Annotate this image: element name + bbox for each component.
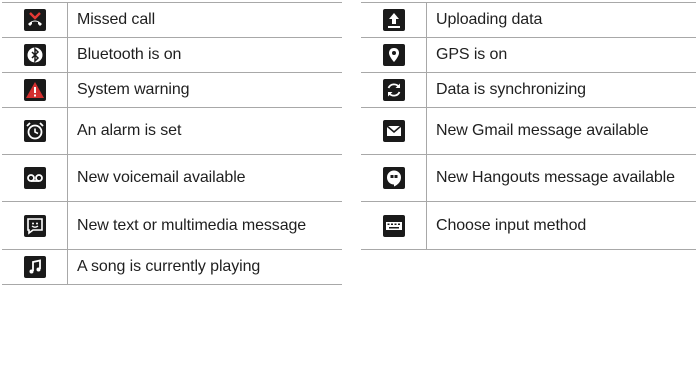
table-row: System warning (2, 72, 342, 108)
table-row: New Hangouts message available (361, 154, 696, 202)
table-row: An alarm is set (2, 107, 342, 155)
gmail-icon (382, 120, 405, 142)
list-item-label: GPS is on (436, 46, 508, 63)
voicemail-icon (23, 167, 46, 189)
list-item-label: New Gmail message available (436, 122, 649, 139)
table-row: New text or multimedia message (2, 201, 342, 250)
gps-icon (382, 44, 405, 66)
table-row: A song is currently playing (2, 249, 342, 285)
list-item-label: Missed call (77, 11, 156, 28)
list-item-label: Uploading data (436, 11, 543, 28)
list-item-label: New voicemail available (77, 169, 246, 186)
warning-icon (23, 79, 46, 101)
table-row: Missed call (2, 2, 342, 38)
alarm-icon (23, 120, 46, 142)
list-item-label: An alarm is set (77, 122, 182, 139)
table-row: GPS is on (361, 37, 696, 73)
sync-icon (382, 79, 405, 101)
bluetooth-icon (23, 44, 46, 66)
list-item-label: Data is synchronizing (436, 81, 586, 98)
list-item-label: Choose input method (436, 216, 587, 234)
table-row: New Gmail message available (361, 107, 696, 155)
right-icon-table: Uploading data GPS is on Data is synchro… (361, 2, 696, 250)
list-item-label: New text or multimedia message (77, 216, 307, 234)
left-icon-table: Missed call Bluetooth is on System warni… (2, 2, 342, 285)
missed-call-icon (23, 9, 46, 31)
message-icon (23, 214, 46, 237)
hangouts-icon (382, 167, 405, 189)
list-item-label: System warning (77, 81, 190, 98)
table-row: Data is synchronizing (361, 72, 696, 108)
table-row: Uploading data (361, 2, 696, 38)
table-row: Bluetooth is on (2, 37, 342, 73)
music-icon (23, 256, 46, 278)
table-row: New voicemail available (2, 154, 342, 202)
keyboard-icon (382, 214, 405, 237)
list-item-label: New Hangouts message available (436, 169, 675, 186)
table-row: Choose input method (361, 201, 696, 250)
list-item-label: Bluetooth is on (77, 46, 182, 63)
list-item-label: A song is currently playing (77, 258, 261, 275)
upload-icon (382, 9, 405, 31)
